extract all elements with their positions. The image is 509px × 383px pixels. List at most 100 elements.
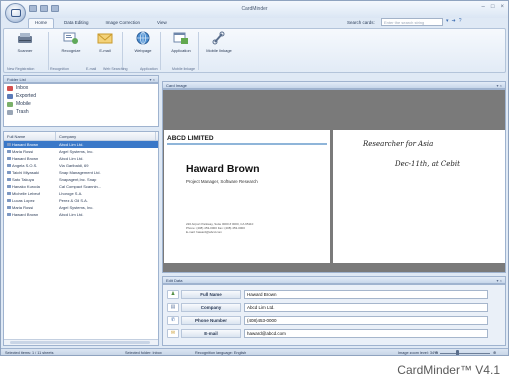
table-row[interactable]: Hanako Kuroda Cal Compact Scannin... xyxy=(4,183,158,190)
card-image-header: Card Image ▾ × xyxy=(162,81,506,89)
cell-text: Angela S.O.S. xyxy=(12,163,38,168)
card-company: ABCD LIMITED xyxy=(167,135,214,142)
person-icon: ♟ xyxy=(167,289,179,299)
tab-image-correction[interactable]: Image Correction xyxy=(99,18,148,28)
table-row[interactable]: Sato Takuya Snapagent,Inc. Snap xyxy=(4,176,158,183)
recognize-icon xyxy=(63,31,79,45)
table-row[interactable]: Haward Brown Abcd Lim Ltd. xyxy=(4,141,158,148)
field-email: ✉ E-mail haward@abcd.com xyxy=(167,328,488,338)
app-window: CardMinder – □ × Home Data Editing Image… xyxy=(0,0,509,356)
zoom-slider[interactable] xyxy=(440,352,490,354)
company-field[interactable]: Abcd Lim Ltd. xyxy=(244,302,488,312)
zoom-slider-thumb[interactable] xyxy=(456,350,459,355)
help-icon[interactable]: ? xyxy=(459,18,462,24)
status-selected-items: Selected items: 1 / 11 sheets xyxy=(5,351,54,355)
group-web-searching: Web Searching xyxy=(103,67,128,71)
scanner-button[interactable]: Scanner xyxy=(8,31,42,53)
folder-trash[interactable]: Trash xyxy=(4,108,158,116)
search-dropdown-icon[interactable]: ▾ xyxy=(446,18,449,24)
email-icon xyxy=(97,31,113,45)
company-icon: ▤ xyxy=(167,302,179,312)
card-icon xyxy=(7,164,11,167)
status-selected-folder: Selected folder: Inbox xyxy=(125,351,162,355)
search-input[interactable]: Enter the search string xyxy=(381,18,443,26)
cell-company: Abcd Lim Ltd. xyxy=(59,156,84,161)
folder-mobile[interactable]: Mobile xyxy=(4,100,158,108)
cell-full-name: Angela S.O.S. xyxy=(4,163,56,168)
table-row[interactable]: Lucas Lopez Perez & Gil S.A. xyxy=(4,197,158,204)
column-full-name[interactable]: Full Name xyxy=(4,132,56,140)
cell-company: Snap Management Ltd. xyxy=(59,170,101,175)
ribbon-separator xyxy=(160,32,161,70)
full-name-field[interactable]: Haward Brown xyxy=(244,289,488,299)
cell-full-name: Michelle Lebeuf xyxy=(4,191,56,196)
card-icon xyxy=(7,199,11,202)
card-icon xyxy=(7,143,11,146)
ribbon-separator xyxy=(122,32,123,70)
cell-full-name: Maria Rossi xyxy=(4,205,56,210)
scanner-label: Scanner xyxy=(17,48,33,53)
table-row[interactable]: Haward Brown Abcd Lim Ltd. xyxy=(4,155,158,162)
group-mobile-linkage: Mobile linkage xyxy=(172,67,195,71)
minimize-button[interactable]: – xyxy=(482,4,485,10)
card-front-image: ABCD LIMITED Haward Brown Project Manage… xyxy=(164,130,330,263)
card-icon xyxy=(7,150,11,153)
table-row[interactable]: Maria Rossi Argel Systems, Inc. xyxy=(4,148,158,155)
ribbon-tabs: Home Data Editing Image Correction View xyxy=(28,18,174,28)
close-button[interactable]: × xyxy=(500,4,504,10)
pane-close-icon[interactable]: ▾ × xyxy=(150,77,155,82)
field-phone: ✆ Phone Number (408)453-0000 xyxy=(167,315,488,325)
tab-home[interactable]: Home xyxy=(28,18,55,28)
field-label: Company xyxy=(181,302,241,312)
folder-list-title: Folder List xyxy=(7,77,26,82)
maximize-button[interactable]: □ xyxy=(491,4,495,10)
scrollbar-thumb[interactable] xyxy=(10,341,150,344)
pane-close-icon[interactable]: ▾ × xyxy=(497,278,502,283)
folder-inbox[interactable]: Inbox xyxy=(4,84,158,92)
field-full-name: ♟ Full Name Haward Brown xyxy=(167,289,488,299)
card-icon xyxy=(7,213,11,216)
recognize-button[interactable]: Recognize xyxy=(54,31,88,53)
email-button[interactable]: E-mail xyxy=(88,31,122,53)
cell-text: Sato Takuya xyxy=(12,177,34,182)
card-person-name: Haward Brown xyxy=(186,163,260,175)
status-bar: Selected items: 1 / 11 sheets Selected f… xyxy=(1,348,508,355)
trash-icon xyxy=(7,109,13,115)
card-image-viewer[interactable]: ABCD LIMITED Haward Brown Project Manage… xyxy=(162,89,506,273)
cell-company: Argel Systems, Inc. xyxy=(59,205,94,210)
application-button[interactable]: Application xyxy=(164,31,198,53)
ribbon: Scanner Recognize E-mail Webpage Applica… xyxy=(3,28,506,73)
table-row[interactable]: Taichi Miyasaki Snap Management Ltd. xyxy=(4,169,158,176)
cell-text: Lucas Lopez xyxy=(12,198,35,203)
zoom-in-icon[interactable]: ⊕ xyxy=(493,350,496,355)
cell-full-name: Lucas Lopez xyxy=(4,198,56,203)
mobile-linkage-button[interactable]: Mobile linkage xyxy=(202,31,236,53)
table-row[interactable]: Maria Rossi Argel Systems, Inc. xyxy=(4,204,158,211)
phone-field[interactable]: (408)453-0000 xyxy=(244,315,488,325)
tab-view[interactable]: View xyxy=(150,18,174,28)
tab-data-editing[interactable]: Data Editing xyxy=(57,18,96,28)
folder-exported[interactable]: Exported xyxy=(4,92,158,100)
webpage-button[interactable]: Webpage xyxy=(126,31,160,53)
card-icon xyxy=(7,185,11,188)
folder-label: Exported xyxy=(16,93,37,99)
table-row[interactable]: Haward Brown Abcd Lim Ltd. xyxy=(4,211,158,218)
cell-company: Via Garibaldi, 69 xyxy=(59,163,89,168)
table-row[interactable]: Angela S.O.S. Via Garibaldi, 69 xyxy=(4,162,158,169)
edit-data-header: Edit Data ▾ × xyxy=(162,276,506,284)
pane-close-icon[interactable]: ▾ × xyxy=(497,83,502,88)
cell-company: Argel Systems, Inc. xyxy=(59,149,94,154)
cell-full-name: Taichi Miyasaki xyxy=(4,170,56,175)
table-row[interactable]: Michelle Lebeuf Lhoroge S.A. xyxy=(4,190,158,197)
application-label: Application xyxy=(171,48,191,53)
column-company[interactable]: Company xyxy=(56,132,156,140)
zoom-out-icon[interactable]: ⊖ xyxy=(435,350,438,355)
handwritten-note: Researcher for Asia xyxy=(363,140,434,148)
horizontal-scrollbar[interactable] xyxy=(4,339,158,345)
email-field[interactable]: haward@abcd.com xyxy=(244,328,488,338)
search-go-icon[interactable]: ➜ xyxy=(452,18,456,24)
folder-label: Inbox xyxy=(16,85,29,91)
card-person-title: Project Manager, Software Research xyxy=(186,179,258,184)
card-address: 220 Airport Parkway, Suite 0000 # 0000, … xyxy=(186,222,306,234)
application-icon xyxy=(173,31,189,45)
